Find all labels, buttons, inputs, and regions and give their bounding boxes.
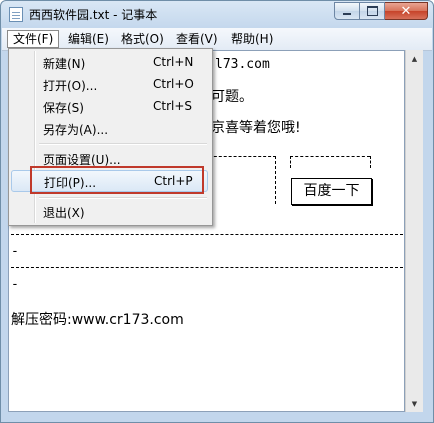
notepad-icon[interactable] [9, 7, 23, 22]
editor-line-2: 可题。 [211, 89, 253, 105]
menu-item-shortcut: Ctrl+S [153, 99, 193, 113]
dash-line-1-tail: - [11, 244, 19, 259]
close-button[interactable]: ✕ [385, 2, 428, 20]
baidu-search-text-button: 百度一下 [291, 178, 372, 205]
menu-file[interactable]: 文件(F) [7, 30, 60, 48]
vertical-scrollbar[interactable]: ▲ ▼ [405, 50, 423, 412]
menu-help[interactable]: 帮助(H) [225, 30, 279, 48]
menu-item-new[interactable]: 新建(N) Ctrl+N [11, 52, 208, 74]
caption-buttons: ✕ [334, 2, 428, 21]
menu-item-label: 新建(N) [43, 57, 86, 71]
menu-item-label: 打开(O)... [43, 79, 98, 93]
minimize-icon [343, 13, 351, 15]
menu-item-label: 退出(X) [43, 206, 85, 220]
scroll-up-arrow-icon[interactable]: ▲ [406, 50, 423, 67]
menu-item-label: 另存为(A)... [43, 123, 109, 137]
print-highlight-annotation [30, 166, 204, 194]
minimize-button[interactable] [334, 2, 360, 20]
dash-line-1 [11, 234, 403, 235]
close-icon: ✕ [400, 3, 412, 19]
menu-item-open[interactable]: 打开(O)... Ctrl+O [11, 74, 208, 96]
menu-format[interactable]: 格式(O) [115, 30, 170, 48]
window-title: 西西软件园.txt - 记事本 [29, 8, 158, 22]
file-menu-dropdown: 新建(N) Ctrl+N 打开(O)... Ctrl+O 保存(S) Ctrl+… [8, 48, 213, 226]
menu-edit[interactable]: 编辑(E) [62, 30, 115, 48]
menu-item-label: 保存(S) [43, 101, 84, 115]
menu-item-save[interactable]: 保存(S) Ctrl+S [11, 96, 208, 118]
editor-line-1: l73.com [215, 57, 270, 72]
ascii-box-top-edge [204, 156, 276, 157]
menu-view[interactable]: 查看(V) [170, 30, 224, 48]
title-bar[interactable]: 西西软件园.txt - 记事本 ✕ [1, 1, 433, 28]
dash-line-2 [11, 267, 403, 268]
menu-separator [39, 143, 207, 144]
scroll-down-arrow-icon[interactable]: ▼ [406, 395, 423, 412]
menu-item-save-as[interactable]: 另存为(A)... [11, 118, 208, 140]
editor-line-3: 京喜等着您哦! [211, 120, 301, 136]
ascii-box-right-edge [275, 156, 276, 204]
menu-item-shortcut: Ctrl+O [153, 77, 194, 91]
menu-item-shortcut: Ctrl+N [153, 55, 194, 69]
maximize-icon [366, 6, 378, 16]
dash-line-2-tail: - [11, 277, 19, 292]
menu-separator [39, 197, 207, 198]
menu-item-exit[interactable]: 退出(X) [11, 201, 208, 223]
password-line: 解压密码:www.cr173.com [11, 312, 184, 328]
maximize-button[interactable] [360, 2, 385, 20]
